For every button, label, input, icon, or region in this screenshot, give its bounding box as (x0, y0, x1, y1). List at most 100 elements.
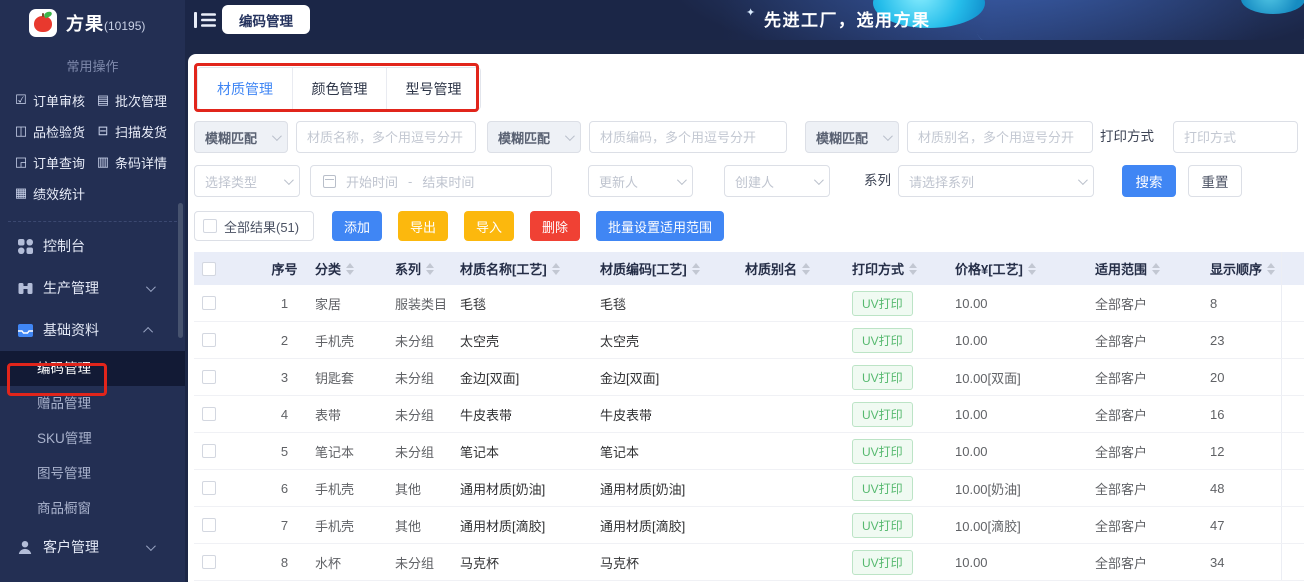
cell-series: 未分组 (395, 407, 435, 423)
content-card: 材质管理颜色管理型号管理 打印方式 模糊匹配 模糊匹配 模糊匹配 选择类型 开始时间… (188, 54, 1304, 582)
sidebar-scrollbar[interactable] (178, 203, 183, 338)
cell-name: 金边[双面] (460, 370, 520, 386)
header-checkbox-cell (194, 261, 254, 276)
sort-icon[interactable] (1267, 262, 1276, 275)
type-select[interactable]: 选择类型 (194, 165, 300, 197)
reset-button[interactable]: 重置 (1188, 165, 1242, 197)
match-mode-select-2[interactable]: 模糊匹配 (487, 121, 581, 153)
cell-code: 通用材质[奶油] (600, 481, 686, 497)
header-col-材质别名[interactable]: 材质别名 (745, 259, 852, 278)
row-checkbox[interactable] (202, 296, 216, 310)
sidebar-item-production[interactable]: 生产管理 (0, 267, 185, 309)
sort-icon[interactable] (1027, 262, 1036, 275)
date-range-picker[interactable]: 开始时间 - 结束时间 (310, 165, 552, 197)
quick-link-batch-manage[interactable]: ▤ 批次管理 (95, 85, 177, 115)
sort-icon[interactable] (1152, 262, 1161, 275)
quick-link-scan-ship[interactable]: ⊟ 扫描发货 (95, 116, 177, 146)
sidebar-subitem-商品橱窗[interactable]: 商品橱窗 (0, 491, 185, 526)
cell-category: 表带 (315, 407, 342, 423)
date-start-placeholder: 开始时间 (346, 174, 399, 190)
select-all-checkbox[interactable] (203, 219, 217, 233)
sort-icon[interactable] (346, 262, 355, 275)
match-input-3[interactable] (907, 121, 1093, 153)
dashboard-icon (17, 238, 34, 255)
open-page-tag[interactable]: 编码管理 (222, 5, 310, 34)
cell-price: 10.00[奶油] (955, 481, 1021, 497)
import-button[interactable]: 导入 (464, 211, 515, 241)
match-input-2[interactable] (589, 121, 787, 153)
creator-select[interactable]: 创建人 (724, 165, 830, 197)
row-checkbox[interactable] (202, 444, 216, 458)
quick-link-order-search[interactable]: ◲ 订单查询 (13, 147, 95, 177)
sort-icon[interactable] (691, 262, 700, 275)
cell-price: 10.00[双面] (955, 370, 1021, 386)
date-separator: - (408, 173, 413, 189)
order-audit-icon: ☑ (15, 92, 27, 107)
cell-name: 太空壳 (460, 333, 500, 349)
select-all-results[interactable]: 全部结果(51) (194, 211, 314, 241)
tab-颜色管理[interactable]: 颜色管理 (292, 68, 386, 109)
print-mode-label: 打印方式 (1100, 129, 1154, 144)
tab-型号管理[interactable]: 型号管理 (386, 68, 480, 109)
header-checkbox[interactable] (202, 261, 216, 276)
series-label: 系列 (864, 173, 891, 188)
export-button[interactable]: 导出 (398, 211, 449, 241)
sidebar-item-base-data[interactable]: 基础资料 (0, 309, 185, 351)
header-col-显示顺序[interactable]: 显示顺序 (1210, 259, 1281, 278)
header-col-价格¥[工艺][interactable]: 价格¥[工艺] (955, 259, 1095, 278)
updater-select[interactable]: 更新人 (588, 165, 693, 197)
header-col-适用范围[interactable]: 适用范围 (1095, 259, 1210, 278)
quick-link-label: 订单查询 (33, 155, 86, 171)
row-checkbox[interactable] (202, 481, 216, 495)
batch-scope-button[interactable]: 批量设置适用范围 (596, 211, 725, 241)
sidebar-subitem-编码管理[interactable]: 编码管理 (0, 351, 185, 386)
order-search-icon: ◲ (14, 154, 28, 169)
header-col-打印方式[interactable]: 打印方式 (852, 259, 955, 278)
sidebar-subitem-SKU管理[interactable]: SKU管理 (0, 421, 185, 456)
print-mode-input[interactable] (1173, 121, 1298, 153)
quick-link-barcode-detail[interactable]: ▥ 条码详情 (95, 147, 177, 177)
match-mode-select-1[interactable]: 模糊匹配 (194, 121, 288, 153)
table-row: 1 家居 服装类目 毛毯 毛毯 UV打印 10.00 全部客户 8 (194, 285, 1304, 322)
cell-print: UV打印 (852, 549, 955, 575)
match-input-1[interactable] (296, 121, 476, 153)
add-button[interactable]: 添加 (332, 211, 383, 241)
quick-link-quality-check[interactable]: ◫ 品检验货 (13, 116, 95, 146)
table-row: 4 表带 未分组 牛皮表带 牛皮表带 UV打印 10.00 全部客户 16 (194, 396, 1304, 433)
cell-seq: 5 (280, 443, 289, 459)
sort-icon[interactable] (551, 262, 560, 275)
delete-button[interactable]: 删除 (530, 211, 581, 241)
row-checkbox[interactable] (202, 370, 216, 384)
header-col-分类[interactable]: 分类 (315, 259, 395, 278)
logo: 方果(10195) (0, 0, 185, 37)
cell-scope: 全部客户 (1095, 518, 1148, 534)
header-col-材质编码[工艺][interactable]: 材质编码[工艺] (600, 259, 745, 278)
sort-icon[interactable] (802, 262, 811, 275)
sidebar-subitem-赠品管理[interactable]: 赠品管理 (0, 386, 185, 421)
sidebar-subitem-图号管理[interactable]: 图号管理 (0, 456, 185, 491)
cell-scope: 全部客户 (1095, 370, 1148, 386)
row-checkbox[interactable] (202, 407, 216, 421)
table-row: 3 钥匙套 未分组 金边[双面] 金边[双面] UV打印 10.00[双面] 全部客户 20 (194, 359, 1304, 396)
collapse-menu-icon[interactable] (194, 11, 216, 34)
cell-price: 10.00 (955, 295, 988, 311)
quick-link-performance-stats[interactable]: ▦ 绩效统计 (13, 178, 95, 208)
search-button[interactable]: 搜索 (1122, 165, 1176, 197)
sort-icon[interactable] (426, 262, 435, 275)
series-select[interactable]: 请选择系列 (898, 165, 1094, 197)
sidebar-item-dashboard[interactable]: 控制台 (0, 225, 185, 267)
row-checkbox[interactable] (202, 518, 216, 532)
header-col-系列[interactable]: 系列 (395, 259, 460, 278)
quick-link-order-audit[interactable]: ☑ 订单审核 (13, 85, 95, 115)
tab-材质管理[interactable]: 材质管理 (198, 68, 292, 109)
sort-icon[interactable] (909, 262, 918, 275)
sidebar-item-customer[interactable]: 客户管理 (0, 526, 185, 568)
row-checkbox[interactable] (202, 333, 216, 347)
cell-scope: 全部客户 (1095, 296, 1148, 312)
cell-category: 家居 (315, 296, 342, 312)
print-mode-badge: UV打印 (852, 549, 913, 575)
header-col-材质名称[工艺][interactable]: 材质名称[工艺] (460, 259, 600, 278)
row-checkbox[interactable] (202, 555, 216, 569)
match-mode-select-3[interactable]: 模糊匹配 (805, 121, 899, 153)
cell-scope: 全部客户 (1095, 481, 1148, 497)
